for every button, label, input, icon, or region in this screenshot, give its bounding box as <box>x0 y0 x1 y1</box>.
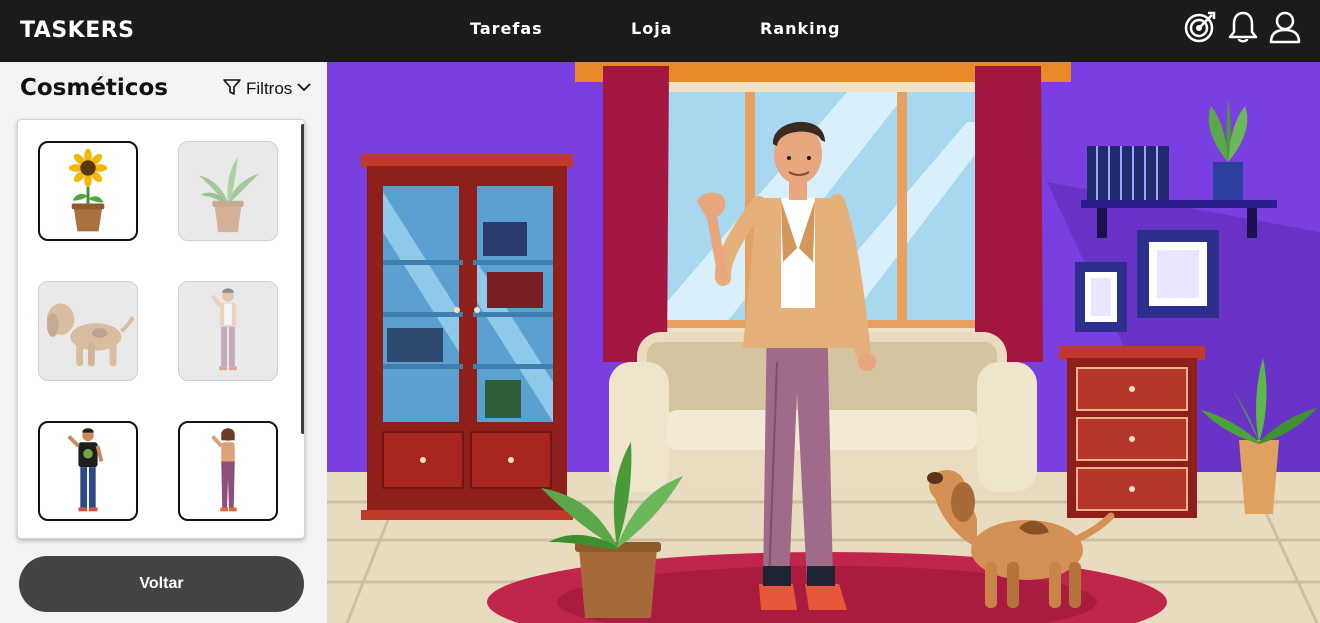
nav-ranking[interactable]: Ranking <box>760 19 840 38</box>
grid-scrollbar[interactable] <box>301 124 304 434</box>
man-casual-icon <box>210 288 237 371</box>
curtain-left <box>603 66 669 362</box>
filter-button[interactable]: Filtros <box>222 78 312 100</box>
bookcase <box>361 154 573 520</box>
curtain-right <box>975 66 1043 362</box>
cosmetic-item-woman-casual[interactable] <box>178 421 278 521</box>
cosmetic-item-dog[interactable] <box>38 281 138 381</box>
man-black-tshirt-icon <box>67 428 104 512</box>
filter-label: Filtros <box>246 79 293 98</box>
dog-icon <box>46 303 135 367</box>
top-navigation-bar: TASKERS Tarefas Loja Ranking <box>0 0 1320 62</box>
user-icon[interactable] <box>1268 10 1302 44</box>
cosmetics-sidebar: Cosméticos Filtros Voltar <box>0 62 327 623</box>
cosmetic-item-plant[interactable] <box>178 141 278 241</box>
target-icon[interactable] <box>1183 10 1217 44</box>
back-button[interactable]: Voltar <box>19 556 304 612</box>
funnel-icon <box>222 77 242 101</box>
plant-icon <box>198 157 260 233</box>
cosmetic-item-sunflower[interactable] <box>38 141 138 241</box>
nav-loja[interactable]: Loja <box>631 19 672 38</box>
sidebar-title: Cosméticos <box>20 75 168 101</box>
room-scene <box>327 62 1320 623</box>
cosmetics-grid <box>17 119 305 539</box>
dresser <box>1059 346 1205 518</box>
chevron-down-icon <box>296 79 312 99</box>
woman-casual-icon <box>211 428 237 512</box>
cosmetic-item-man-casual[interactable] <box>178 281 278 381</box>
sunflower-icon <box>68 148 108 232</box>
bell-icon[interactable] <box>1226 10 1260 44</box>
nav-tarefas[interactable]: Tarefas <box>470 19 543 38</box>
brand-logo[interactable]: TASKERS <box>20 18 135 43</box>
cosmetic-item-man-black-tshirt[interactable] <box>38 421 138 521</box>
